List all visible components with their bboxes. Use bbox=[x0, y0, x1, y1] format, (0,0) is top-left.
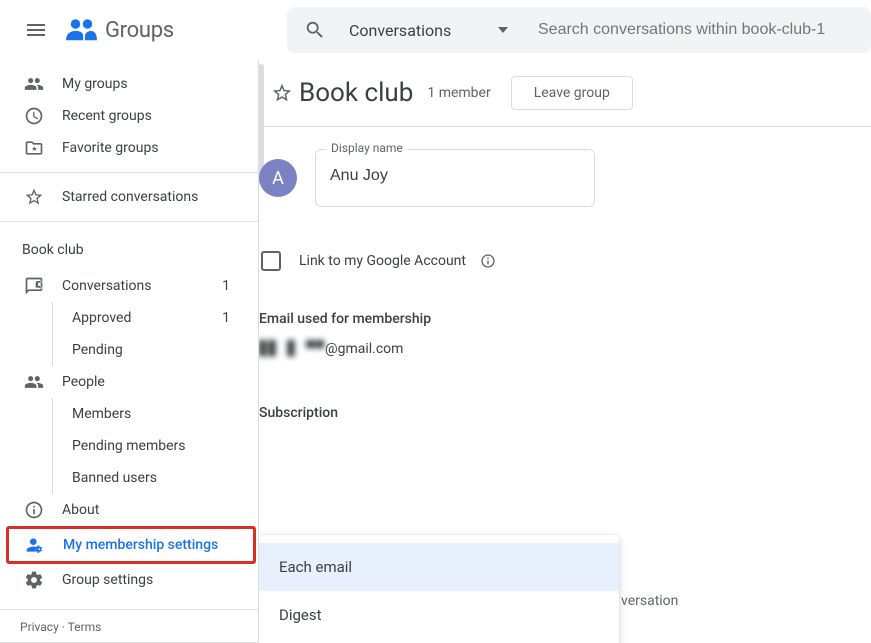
people-icon bbox=[24, 74, 44, 94]
link-google-label: Link to my Google Account bbox=[299, 253, 466, 269]
clock-icon bbox=[24, 106, 44, 126]
leave-group-button[interactable]: Leave group bbox=[511, 76, 633, 110]
person-gear-icon bbox=[25, 535, 45, 555]
member-count[interactable]: 1 member bbox=[427, 85, 490, 101]
email-domain: @gmail.com bbox=[325, 341, 403, 357]
sidebar-subitem-banned[interactable]: Banned users bbox=[0, 462, 248, 494]
sidebar-item-label: People bbox=[62, 374, 248, 390]
email-masked: ▉▉ ▉ ▀▀ bbox=[259, 341, 325, 357]
link-google-row: Link to my Google Account bbox=[259, 251, 871, 271]
search-button[interactable] bbox=[287, 19, 343, 41]
sidebar-subitem-approved[interactable]: Approved 1 bbox=[0, 302, 248, 334]
sidebar-subitem-label: Pending bbox=[72, 342, 248, 358]
app-header: Groups Conversations bbox=[0, 0, 871, 60]
hamburger-icon bbox=[24, 18, 48, 42]
sidebar-item-label: Favorite groups bbox=[62, 140, 248, 156]
display-name-field[interactable]: Display name bbox=[315, 149, 595, 207]
sidebar-item-label: My membership settings bbox=[63, 537, 253, 553]
people-icon bbox=[24, 372, 44, 392]
settings-content: A Display name Link to my Google Account… bbox=[259, 127, 871, 421]
sidebar-subitem-pending-members[interactable]: Pending members bbox=[0, 430, 248, 462]
subscription-section-label: Subscription bbox=[259, 405, 871, 421]
chat-icon bbox=[24, 276, 44, 296]
subscription-option-digest[interactable]: Digest bbox=[259, 591, 619, 639]
divider bbox=[0, 172, 258, 173]
subscription-option-abridged[interactable]: Abridged bbox=[259, 639, 619, 643]
terms-link[interactable]: Terms bbox=[68, 620, 102, 634]
gear-icon bbox=[24, 570, 44, 590]
sidebar-item-label: My groups bbox=[62, 76, 248, 92]
sidebar-item-my-membership-settings[interactable]: My membership settings bbox=[9, 529, 253, 561]
sidebar-group-header: Book club bbox=[0, 230, 258, 270]
main-menu-button[interactable] bbox=[12, 6, 60, 54]
search-scope-dropdown[interactable]: Conversations bbox=[343, 21, 518, 40]
group-title: Book club bbox=[299, 78, 413, 108]
sidebar-item-label: Conversations bbox=[62, 278, 222, 294]
folder-star-icon bbox=[24, 138, 44, 158]
sidebar-item-group-settings[interactable]: Group settings bbox=[0, 564, 248, 596]
search-input[interactable] bbox=[518, 21, 871, 39]
divider bbox=[0, 221, 258, 222]
sidebar-item-starred[interactable]: Starred conversations bbox=[0, 181, 248, 213]
info-icon[interactable] bbox=[480, 253, 496, 269]
star-icon bbox=[24, 187, 44, 207]
header-left: Groups bbox=[0, 6, 287, 54]
sidebar-item-recent-groups[interactable]: Recent groups bbox=[0, 100, 248, 132]
sidebar-item-label: Recent groups bbox=[62, 108, 248, 124]
membership-email: ▉▉ ▉ ▀▀@gmail.com bbox=[259, 341, 871, 357]
field-label: Display name bbox=[326, 141, 408, 155]
sidebar: My groups Recent groups Favorite groups … bbox=[0, 60, 258, 643]
favorite-star-button[interactable] bbox=[271, 82, 293, 104]
app-logo[interactable]: Groups bbox=[64, 18, 174, 43]
sidebar-subitem-label: Approved bbox=[72, 310, 222, 326]
privacy-link[interactable]: Privacy bbox=[20, 620, 59, 634]
info-icon bbox=[24, 500, 44, 520]
subscription-option-each-email[interactable]: Each email bbox=[259, 543, 619, 591]
avatar: A bbox=[259, 159, 297, 197]
sidebar-item-about[interactable]: About bbox=[0, 494, 248, 526]
email-section-label: Email used for membership bbox=[259, 311, 871, 327]
sidebar-subitem-count: 1 bbox=[222, 310, 248, 326]
sidebar-subitem-label: Members bbox=[72, 406, 248, 422]
search-scope-label: Conversations bbox=[349, 21, 451, 40]
groups-icon bbox=[64, 18, 99, 42]
sidebar-subitem-members[interactable]: Members bbox=[0, 398, 248, 430]
app-name: Groups bbox=[105, 18, 174, 43]
group-header: Book club 1 member Leave group bbox=[259, 60, 871, 127]
link-google-checkbox[interactable] bbox=[261, 251, 281, 271]
main-content: Book club 1 member Leave group A Display… bbox=[258, 60, 871, 643]
sidebar-item-my-groups[interactable]: My groups bbox=[0, 68, 248, 100]
sidebar-subitem-label: Banned users bbox=[72, 470, 248, 486]
search-icon bbox=[304, 19, 326, 41]
subscription-dropdown: Each email Digest Abridged No email bbox=[259, 535, 619, 643]
sidebar-item-favorite-groups[interactable]: Favorite groups bbox=[0, 132, 248, 164]
sidebar-subitem-label: Pending members bbox=[72, 438, 248, 454]
sidebar-item-conversations[interactable]: Conversations 1 bbox=[0, 270, 248, 302]
sidebar-item-label: Starred conversations bbox=[62, 189, 248, 205]
display-name-row: A Display name bbox=[259, 149, 871, 207]
sidebar-item-count: 1 bbox=[222, 278, 248, 294]
display-name-input[interactable] bbox=[330, 167, 580, 185]
caret-down-icon bbox=[498, 27, 508, 33]
bg-text-fragment: versation bbox=[621, 593, 678, 609]
sidebar-subitem-pending[interactable]: Pending bbox=[0, 334, 248, 366]
footer: Privacy · Terms bbox=[0, 609, 258, 642]
sidebar-item-label: About bbox=[62, 502, 248, 518]
search-bar[interactable]: Conversations bbox=[287, 7, 871, 53]
sidebar-item-label: Group settings bbox=[62, 572, 248, 588]
highlight-my-membership: My membership settings bbox=[6, 526, 256, 564]
sidebar-item-people[interactable]: People bbox=[0, 366, 248, 398]
